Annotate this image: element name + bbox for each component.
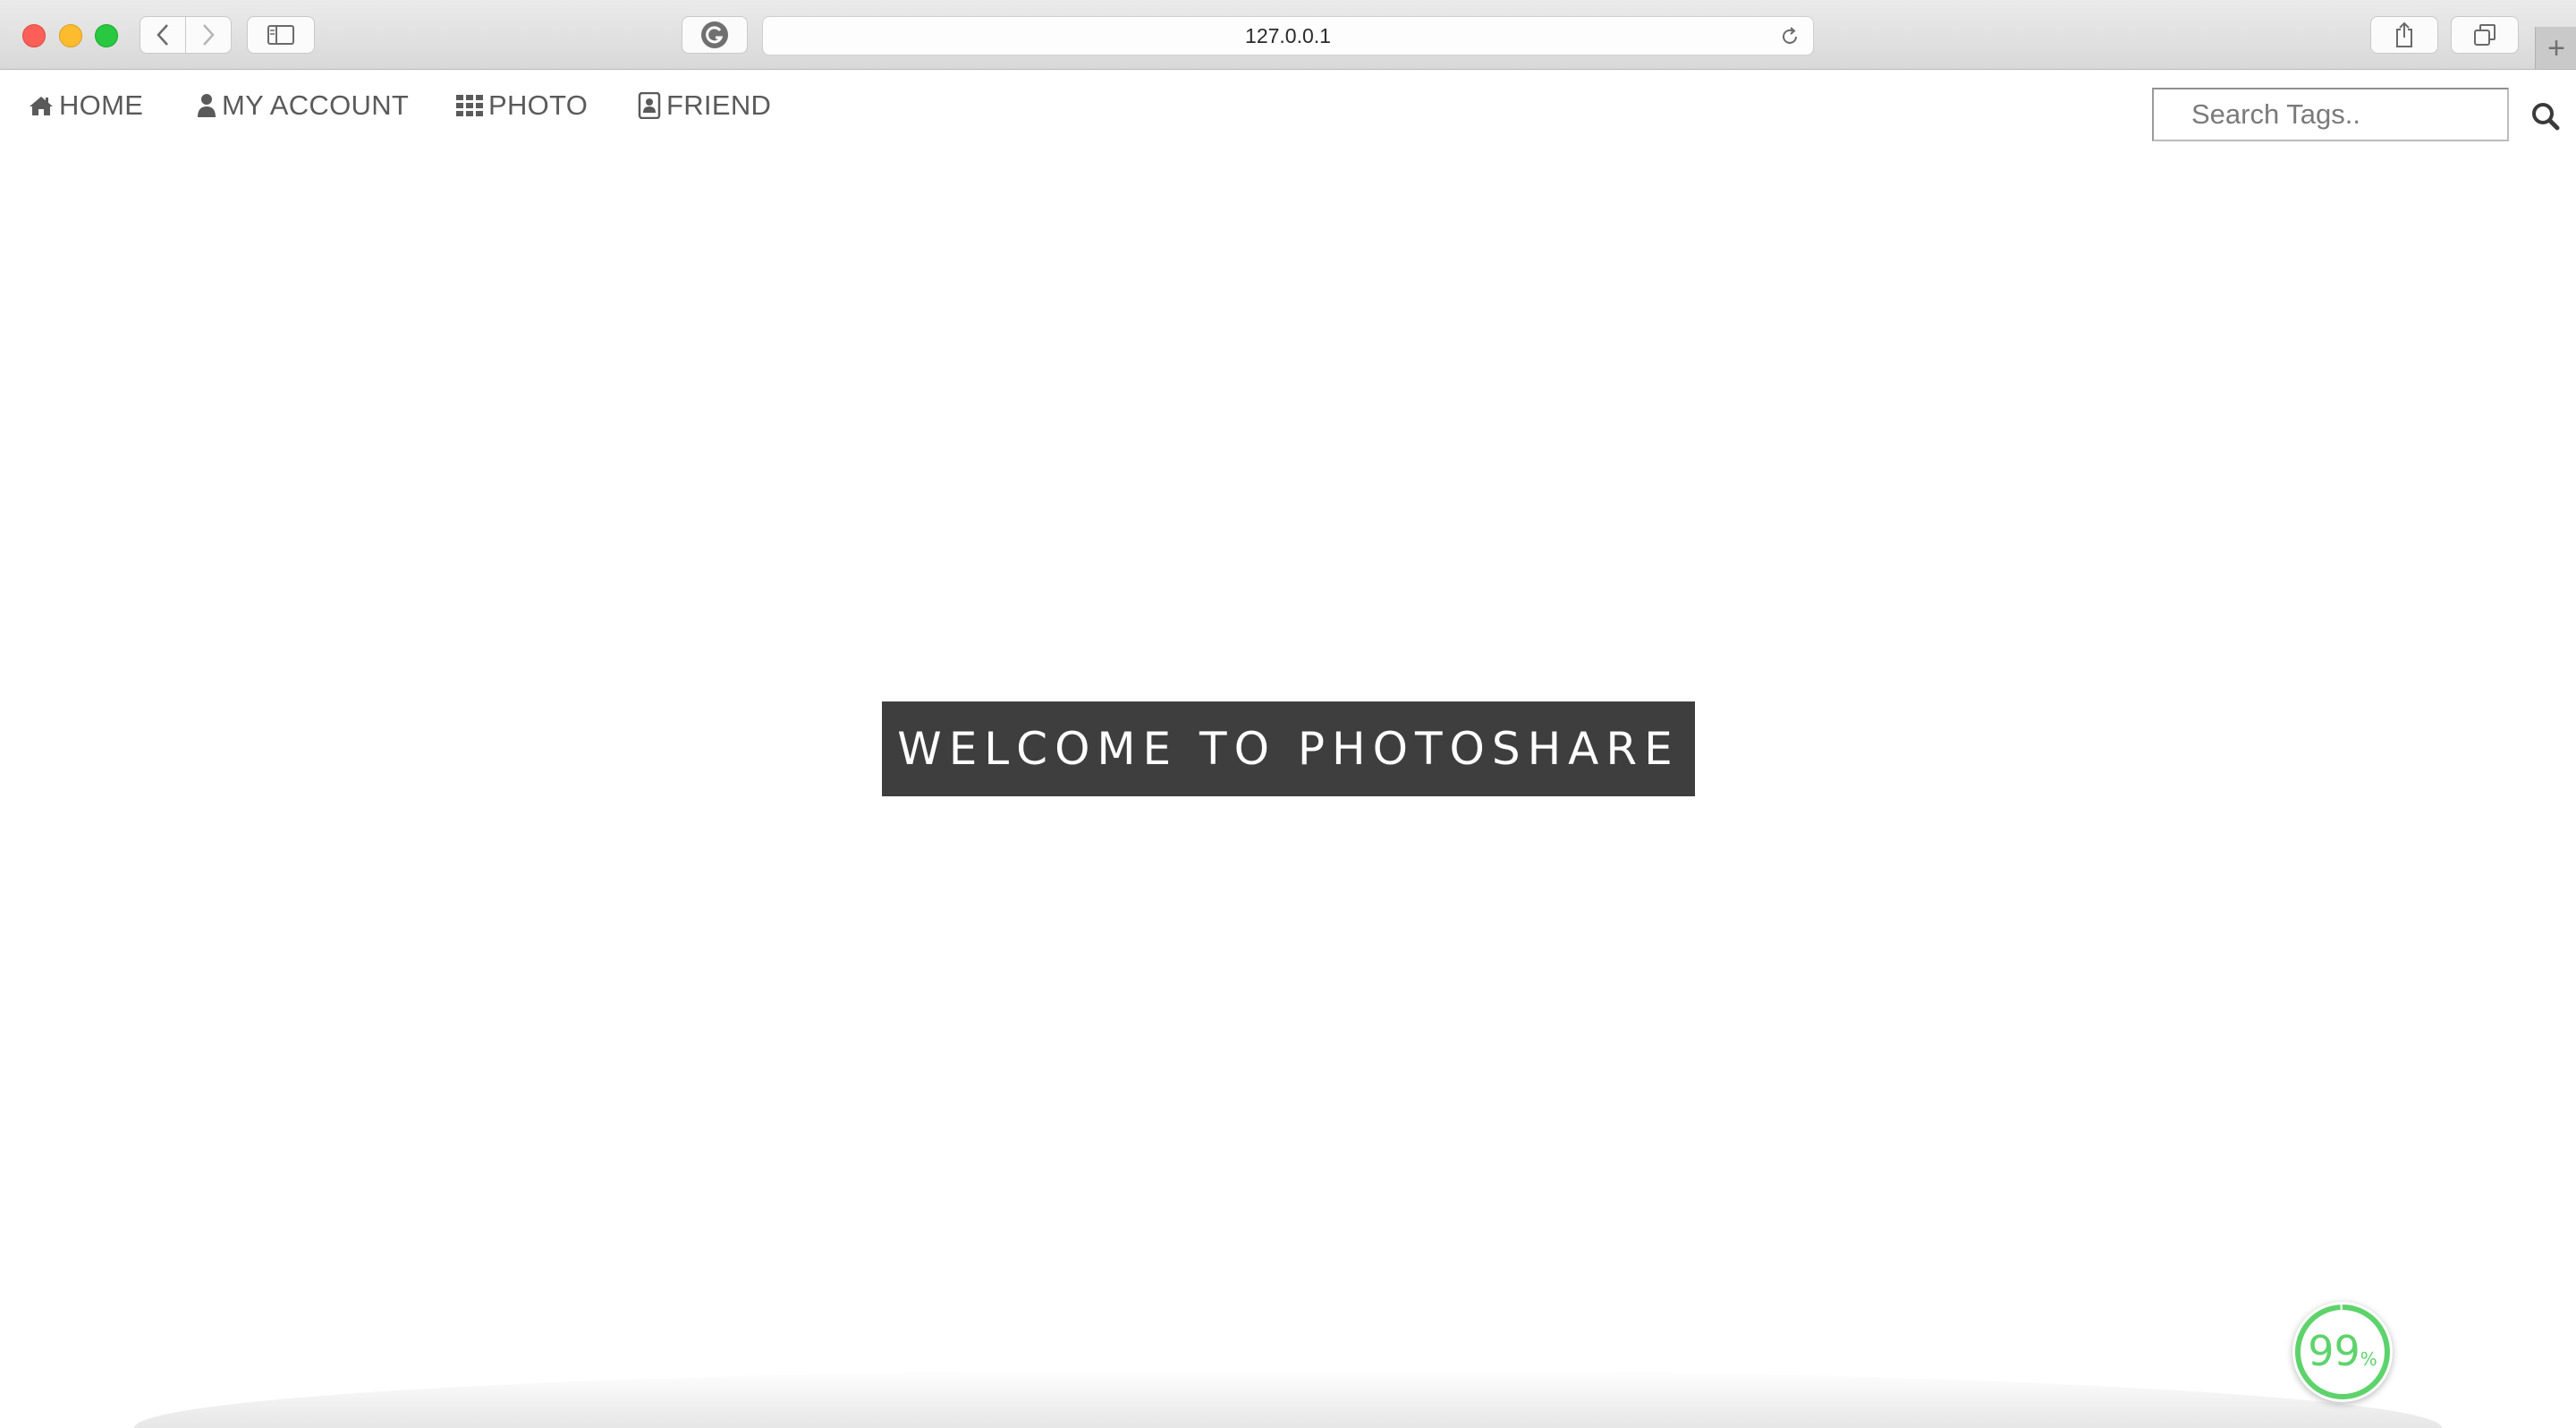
chevron-right-icon [203, 24, 215, 46]
close-window-button[interactable] [22, 24, 46, 47]
search-icon[interactable] [2529, 100, 2562, 132]
chevron-left-icon [157, 24, 168, 46]
nav-my-account-label: MY ACCOUNT [222, 89, 410, 121]
show-tabs-button[interactable] [2451, 16, 2519, 54]
progress-widget[interactable]: 99% [2292, 1302, 2393, 1402]
maximize-window-button[interactable] [95, 24, 118, 47]
user-icon [198, 94, 216, 117]
welcome-banner: WELCOME TO PHOTOSHARE [882, 701, 1695, 796]
contact-card-icon [638, 92, 661, 119]
new-tab-button[interactable]: + [2535, 27, 2576, 69]
share-icon [2396, 21, 2412, 47]
sidebar-toggle-button[interactable] [247, 16, 315, 54]
grammarly-extension-button[interactable] [682, 16, 748, 54]
url-text: 127.0.0.1 [1245, 23, 1331, 47]
forward-button[interactable] [185, 16, 232, 54]
progress-value: 99 [2308, 1327, 2360, 1375]
nav-photo-label: PHOTO [488, 89, 589, 121]
progress-unit: % [2360, 1348, 2377, 1370]
share-button[interactable] [2370, 16, 2438, 54]
sidebar-icon [267, 25, 294, 45]
welcome-title: WELCOME TO PHOTOSHARE [897, 723, 1680, 775]
address-bar[interactable]: 127.0.0.1 [762, 16, 1814, 55]
home-icon [30, 97, 53, 115]
back-button[interactable] [140, 16, 186, 54]
page-bottom-shadow [134, 1369, 2442, 1428]
grammarly-icon [701, 21, 728, 48]
minimize-window-button[interactable] [59, 24, 82, 47]
grid-icon [456, 95, 483, 116]
nav-my-account-link[interactable]: MY ACCOUNT [197, 89, 409, 122]
browser-toolbar: 127.0.0.1 + [0, 0, 2576, 70]
tabs-icon [2474, 24, 2496, 46]
nav-friend-label: FRIEND [666, 89, 772, 121]
nav-home-label: HOME [59, 89, 144, 121]
reload-icon[interactable] [1779, 26, 1801, 47]
search-tags-input[interactable] [2152, 88, 2509, 141]
nav-photo-link[interactable]: PHOTO [456, 89, 588, 122]
nav-home-link[interactable]: HOME [29, 89, 143, 122]
progress-value-label: 99% [2292, 1330, 2393, 1372]
nav-friend-link[interactable]: FRIEND [638, 89, 771, 122]
